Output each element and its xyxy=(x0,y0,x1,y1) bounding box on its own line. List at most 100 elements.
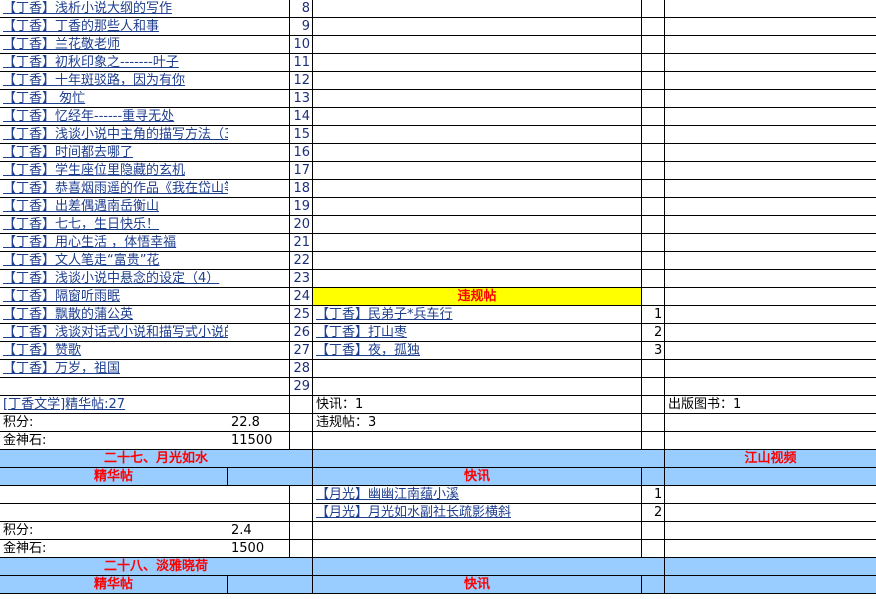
cell xyxy=(228,342,290,360)
section-header: 二十八、淡雅晓荷 xyxy=(0,558,876,576)
jinshenshi-label: 金神石: xyxy=(0,540,228,558)
cell xyxy=(313,0,642,18)
cell xyxy=(228,378,290,396)
post-link[interactable]: 【丁香】 匆忙 xyxy=(0,90,228,108)
post-link[interactable]: 【丁香】用心生活 ，体悟幸福 xyxy=(0,234,228,252)
post-link[interactable]: 【丁香】丁香的那些人和事 xyxy=(0,18,228,36)
cell xyxy=(228,72,290,90)
cell xyxy=(313,234,642,252)
post-link[interactable]: 【丁香】文人笔走“富贵”花 xyxy=(0,252,228,270)
post-link[interactable]: 【丁香】万岁，祖国 xyxy=(0,360,228,378)
cell xyxy=(665,378,876,396)
post-link[interactable]: 【丁香】浅析小说大纲的写作 xyxy=(0,0,228,18)
post-link[interactable]: 【丁香】出差偶遇南岳衡山 xyxy=(0,198,228,216)
cell xyxy=(665,108,876,126)
cell xyxy=(642,414,665,432)
table-row: 【月光】幽幽江南蕴小溪 1 xyxy=(0,486,876,504)
post-link[interactable]: 【丁香】隔窗听雨眠 xyxy=(0,288,228,306)
cell xyxy=(665,468,876,486)
cell xyxy=(665,324,876,342)
cell xyxy=(642,540,665,558)
post-link[interactable]: 【丁香】飘散的蒲公英 xyxy=(0,306,228,324)
row-number: 13 xyxy=(290,90,313,108)
row-number: 21 xyxy=(290,234,313,252)
cell xyxy=(642,180,665,198)
table-row: 【丁香】十年斑驳路，因为有你 12 xyxy=(0,72,876,90)
section-subheader: 精华帖 快讯 xyxy=(0,576,876,594)
cell xyxy=(228,108,290,126)
table-row: 【丁香】浅谈小说中主角的描写方法（3） 15 xyxy=(0,126,876,144)
table-row: 【丁香】赞歌 27 【丁香】夜，孤独 3 xyxy=(0,342,876,360)
cell xyxy=(313,72,642,90)
cell xyxy=(642,18,665,36)
cell xyxy=(642,270,665,288)
cell xyxy=(665,162,876,180)
violation-link[interactable]: 【丁香】民弟子*兵车行 xyxy=(313,306,642,324)
violation-link[interactable]: 【丁香】夜，孤独 xyxy=(313,342,642,360)
cell xyxy=(665,414,876,432)
kuaixun-header: 快讯 xyxy=(313,576,642,594)
table-row: 【丁香】 匆忙 13 xyxy=(0,90,876,108)
table-row: 【丁香】七七，生日快乐！ 20 xyxy=(0,216,876,234)
row-number: 17 xyxy=(290,162,313,180)
cell xyxy=(0,504,228,522)
cell xyxy=(665,198,876,216)
jinghua-header: 精华帖 xyxy=(0,576,228,594)
jinghua-count[interactable]: [丁香文学]精华帖:27 xyxy=(0,396,228,414)
chuban-count: 出版图书：1 xyxy=(665,396,876,414)
row-number: 12 xyxy=(290,72,313,90)
cell xyxy=(228,198,290,216)
cell xyxy=(665,36,876,54)
cell xyxy=(642,378,665,396)
post-link[interactable]: 【丁香】兰花敬老师 xyxy=(0,36,228,54)
post-link[interactable]: 【丁香】恭喜烟雨遥的作品《我在岱山等你 xyxy=(0,180,228,198)
cell xyxy=(228,36,290,54)
cell xyxy=(642,234,665,252)
cell xyxy=(665,576,876,594)
kuaixun-link[interactable]: 【月光】幽幽江南蕴小溪 xyxy=(313,486,642,504)
jinshenshi-value: 11500 xyxy=(228,432,290,450)
post-link[interactable]: 【丁香】浅谈小说中主角的描写方法（3） xyxy=(0,126,228,144)
table-row: 【丁香】兰花敬老师 10 xyxy=(0,36,876,54)
cell xyxy=(642,252,665,270)
cell xyxy=(665,0,876,18)
cell xyxy=(642,126,665,144)
post-link[interactable]: 【丁香】七七，生日快乐！ xyxy=(0,216,228,234)
cell xyxy=(665,216,876,234)
cell xyxy=(665,270,876,288)
post-link[interactable]: 【丁香】浅谈对话式小说和描写式小说的技 xyxy=(0,324,228,342)
violation-count: 1 xyxy=(642,306,665,324)
row-number: 8 xyxy=(290,0,313,18)
cell xyxy=(313,144,642,162)
cell xyxy=(313,126,642,144)
cell xyxy=(228,486,290,504)
summary-row: [丁香文学]精华帖:27 快讯：1 出版图书：1 xyxy=(0,396,876,414)
post-link[interactable]: 【丁香】初秋印象之-------叶子 xyxy=(0,54,228,72)
table-row: 【丁香】用心生活 ，体悟幸福 21 xyxy=(0,234,876,252)
cell xyxy=(313,162,642,180)
post-link[interactable]: 【丁香】十年斑驳路，因为有你 xyxy=(0,72,228,90)
post-link[interactable]: 【丁香】浅谈小说中悬念的设定（4） xyxy=(0,270,228,288)
row-number: 24 xyxy=(290,288,313,306)
section-header: 二十七、月光如水 江山视频 xyxy=(0,450,876,468)
table-row: 【丁香】隔窗听雨眠 24 违规帖 xyxy=(0,288,876,306)
post-link[interactable]: 【丁香】赞歌 xyxy=(0,342,228,360)
summary-row: 金神石: 1500 xyxy=(0,540,876,558)
post-link[interactable] xyxy=(0,378,228,396)
cell xyxy=(665,252,876,270)
cell xyxy=(313,558,665,576)
table-row: 【丁香】丁香的那些人和事 9 xyxy=(0,18,876,36)
cell xyxy=(228,396,290,414)
cell xyxy=(665,180,876,198)
post-link[interactable]: 【丁香】忆经年------重寻无处 xyxy=(0,108,228,126)
cell xyxy=(665,144,876,162)
violation-link[interactable]: 【丁香】打山枣 xyxy=(313,324,642,342)
cell xyxy=(642,144,665,162)
cell xyxy=(313,378,642,396)
video-label: 江山视频 xyxy=(665,450,876,468)
kuaixun-link[interactable]: 【月光】月光如水副社长疏影横斜 xyxy=(313,504,642,522)
cell xyxy=(665,558,876,576)
post-link[interactable]: 【丁香】学生座位里隐藏的玄机 xyxy=(0,162,228,180)
post-link[interactable]: 【丁香】时间都去哪了 xyxy=(0,144,228,162)
cell xyxy=(665,522,876,540)
